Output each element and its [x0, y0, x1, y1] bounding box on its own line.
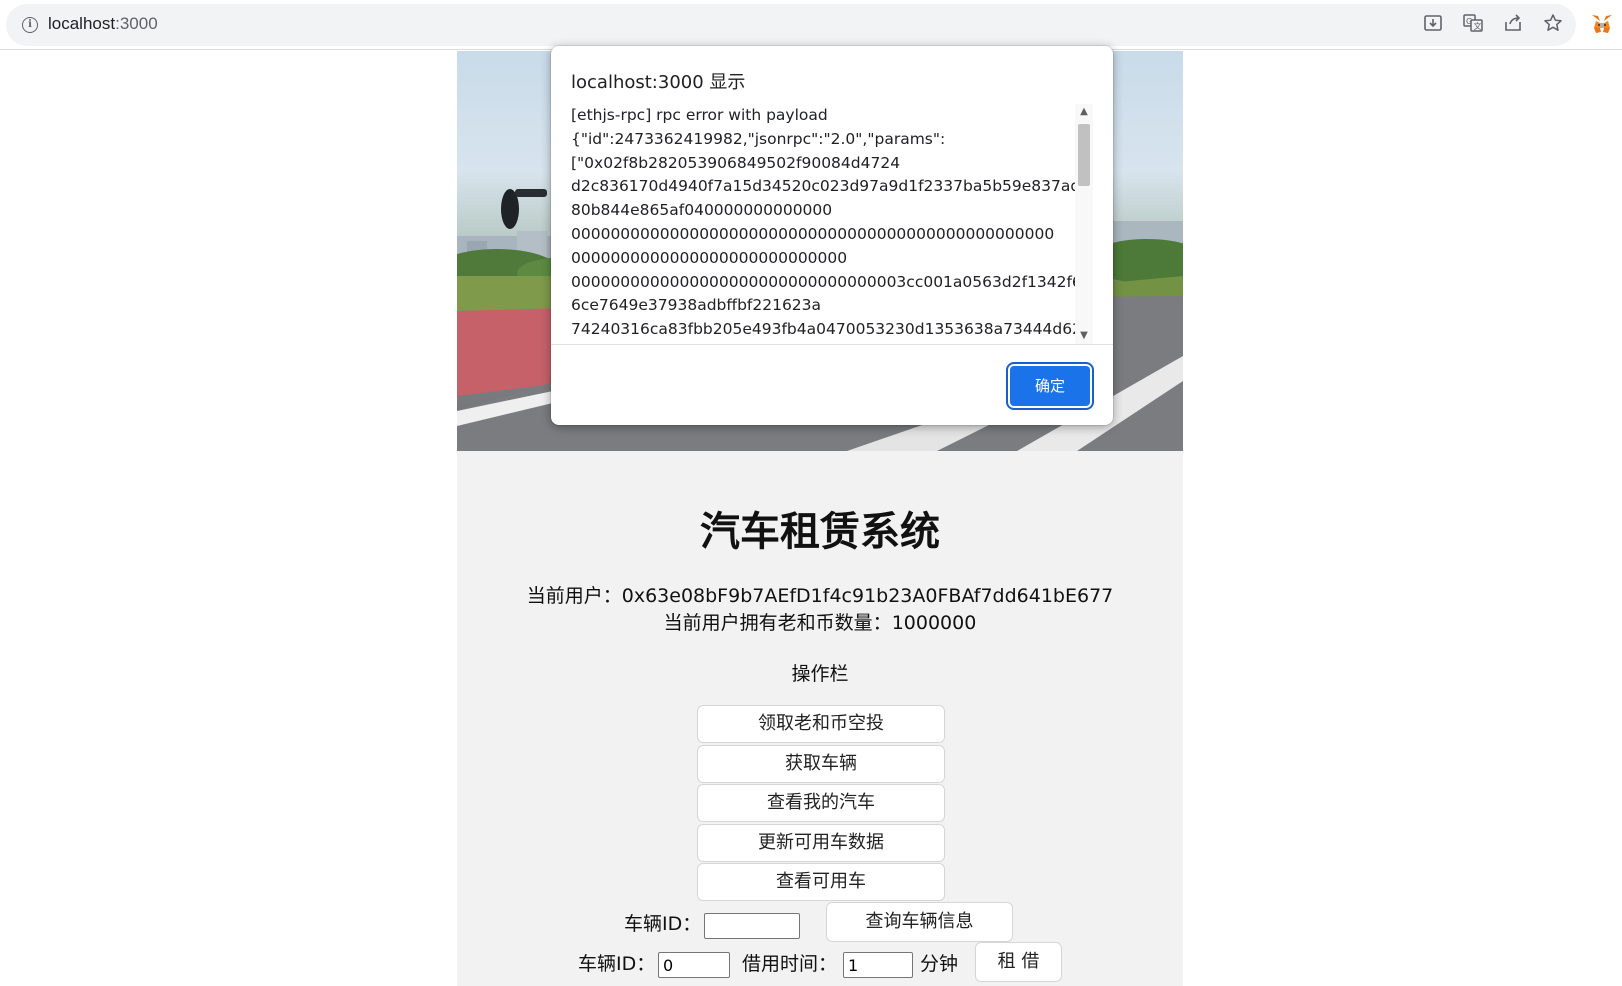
url-port: :3000: [115, 14, 158, 33]
balance-label: 当前用户拥有老和币数量：: [663, 612, 892, 634]
current-user-label: 当前用户：: [526, 585, 622, 607]
rent-button[interactable]: 租 借: [975, 942, 1062, 982]
dialog-divider: [551, 344, 1113, 345]
dialog-message-box[interactable]: [ethjs-rpc] rpc error with payload {"id"…: [571, 104, 1093, 344]
my-cars-button[interactable]: 查看我的汽车: [697, 784, 945, 822]
dialog-title: localhost:3000 显示: [571, 72, 746, 93]
metamask-fox-icon[interactable]: [1590, 12, 1614, 36]
current-user-address: 0x63e08bF9b7AEfD1f4c91b23A0FBAf7dd641bE6…: [621, 585, 1114, 607]
rent-time-unit: 分钟: [920, 953, 959, 975]
operations-heading: 操作栏: [791, 663, 849, 685]
info-icon[interactable]: i: [22, 17, 38, 33]
rent-time-input[interactable]: [843, 952, 913, 978]
install-icon[interactable]: [1422, 12, 1444, 34]
rent-time-label: 借用时间：: [742, 953, 838, 975]
translate-icon[interactable]: G文: [1462, 12, 1484, 34]
scroll-up-arrow-icon[interactable]: ▲: [1075, 104, 1093, 120]
url-text[interactable]: localhost:3000: [48, 14, 158, 34]
address-bar[interactable]: i localhost:3000: [6, 4, 1576, 46]
dialog-message: [ethjs-rpc] rpc error with payload {"id"…: [571, 106, 1082, 339]
dialog-ok-button[interactable]: 确定: [1010, 366, 1090, 406]
browser-toolbar: i localhost:3000 G文: [0, 0, 1622, 50]
current-user-line: 当前用户：0x63e08bF9b7AEfD1f4c91b23A0FBAf7dd6…: [457, 581, 1183, 608]
get-car-button[interactable]: 获取车辆: [697, 745, 945, 783]
svg-text:文: 文: [1474, 21, 1482, 31]
url-host: localhost: [48, 14, 116, 33]
alert-dialog: localhost:3000 显示 [ethjs-rpc] rpc error …: [551, 46, 1113, 425]
balance-line: 当前用户拥有老和币数量：1000000: [457, 608, 1183, 635]
scroll-down-arrow-icon[interactable]: ▼: [1075, 328, 1093, 344]
svg-text:G: G: [1466, 17, 1472, 26]
query-car-id-label: 车辆ID：: [624, 913, 702, 935]
share-icon[interactable]: [1502, 12, 1524, 34]
query-car-id-input[interactable]: [704, 913, 800, 939]
dialog-scrollbar[interactable]: ▲ ▼: [1075, 104, 1093, 344]
rent-car-id-label: 车辆ID：: [578, 953, 656, 975]
bookmark-star-icon[interactable]: [1542, 12, 1564, 34]
rent-car-id-input[interactable]: [658, 952, 730, 978]
update-available-button[interactable]: 更新可用车数据: [697, 824, 945, 862]
airdrop-button[interactable]: 领取老和币空投: [697, 705, 945, 743]
query-car-button[interactable]: 查询车辆信息: [826, 902, 1013, 942]
scroll-thumb[interactable]: [1078, 124, 1090, 186]
balance-value: 1000000: [891, 612, 977, 634]
view-available-button[interactable]: 查看可用车: [697, 863, 945, 901]
page-title: 汽车租赁系统: [700, 509, 940, 555]
